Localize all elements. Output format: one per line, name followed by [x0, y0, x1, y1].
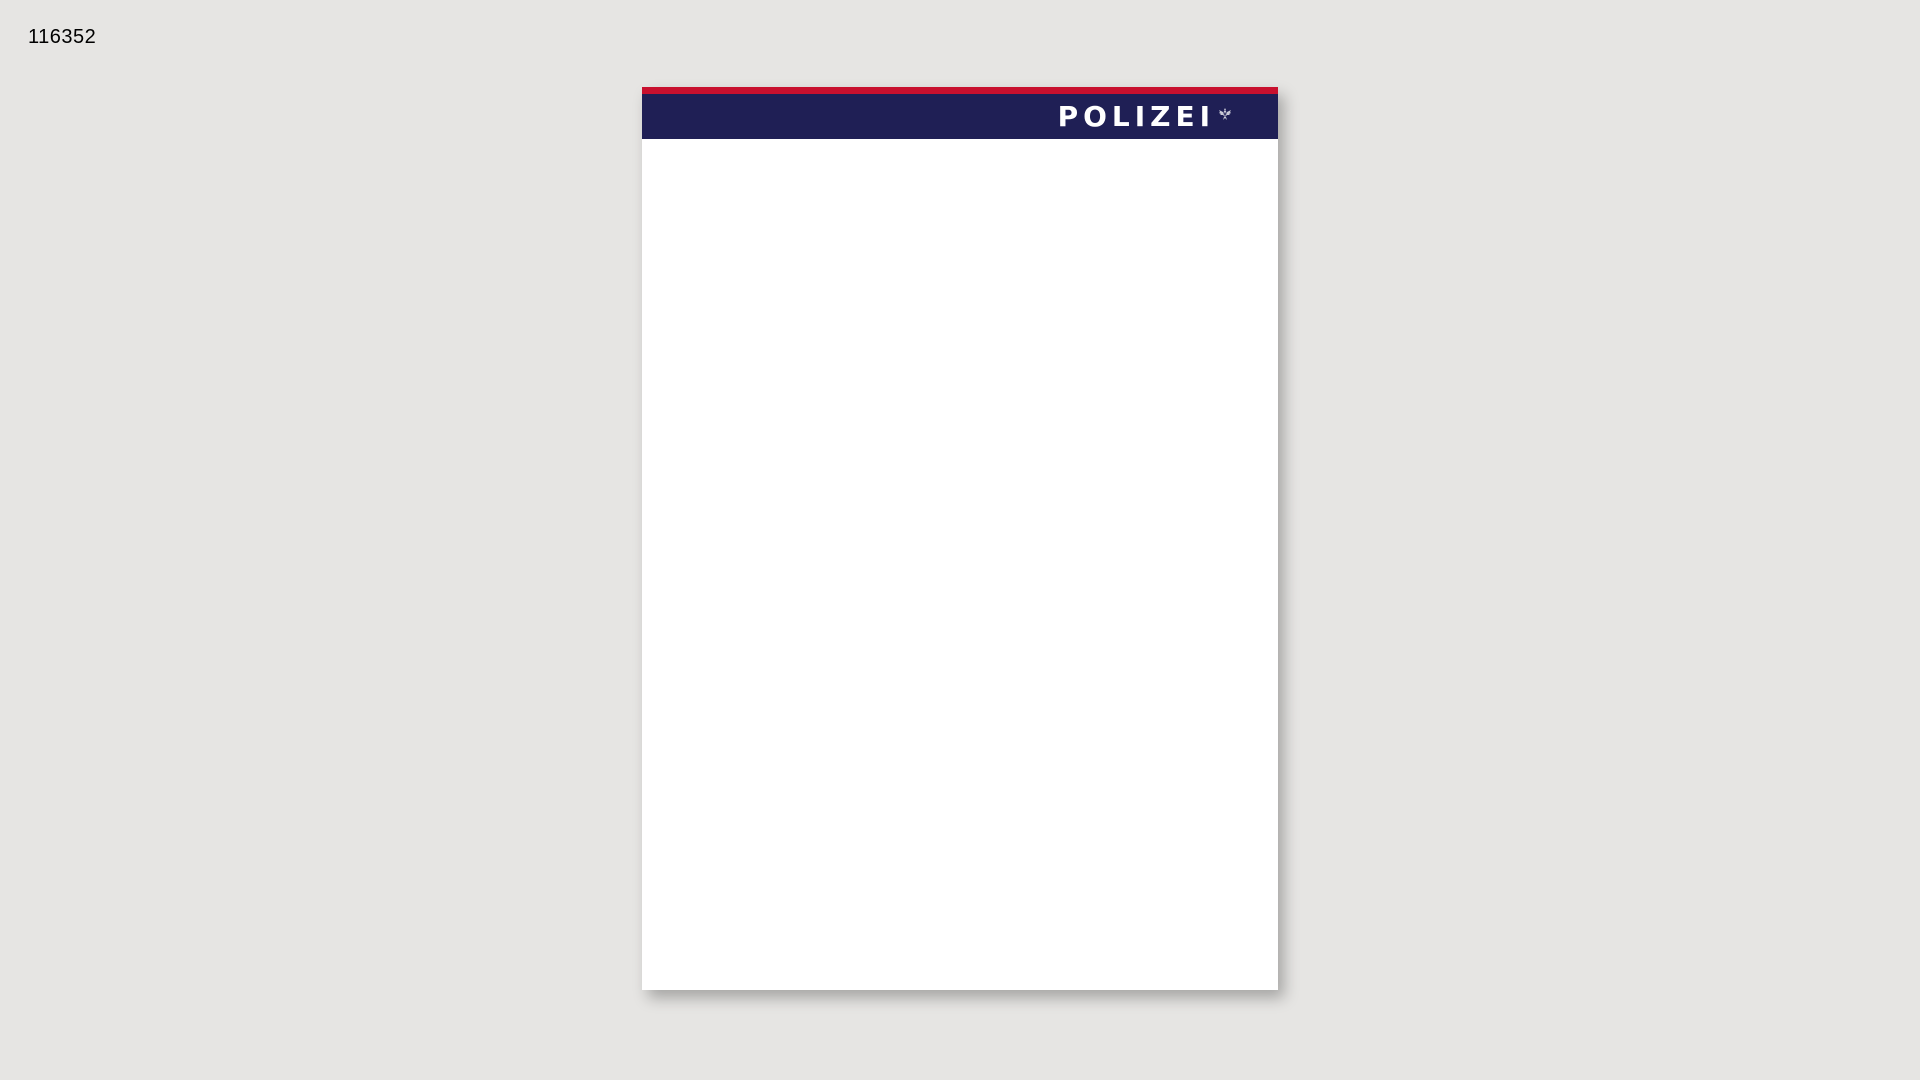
header-bar: POLIZEI [642, 94, 1278, 139]
brand-logo: POLIZEI [1058, 94, 1233, 139]
letterhead-page: POLIZEI [642, 87, 1278, 990]
brand-text: POLIZEI [1057, 99, 1215, 133]
eagle-crest-icon [1217, 106, 1233, 122]
header-red-stripe [642, 87, 1278, 94]
document-id-label: 116352 [28, 26, 97, 48]
